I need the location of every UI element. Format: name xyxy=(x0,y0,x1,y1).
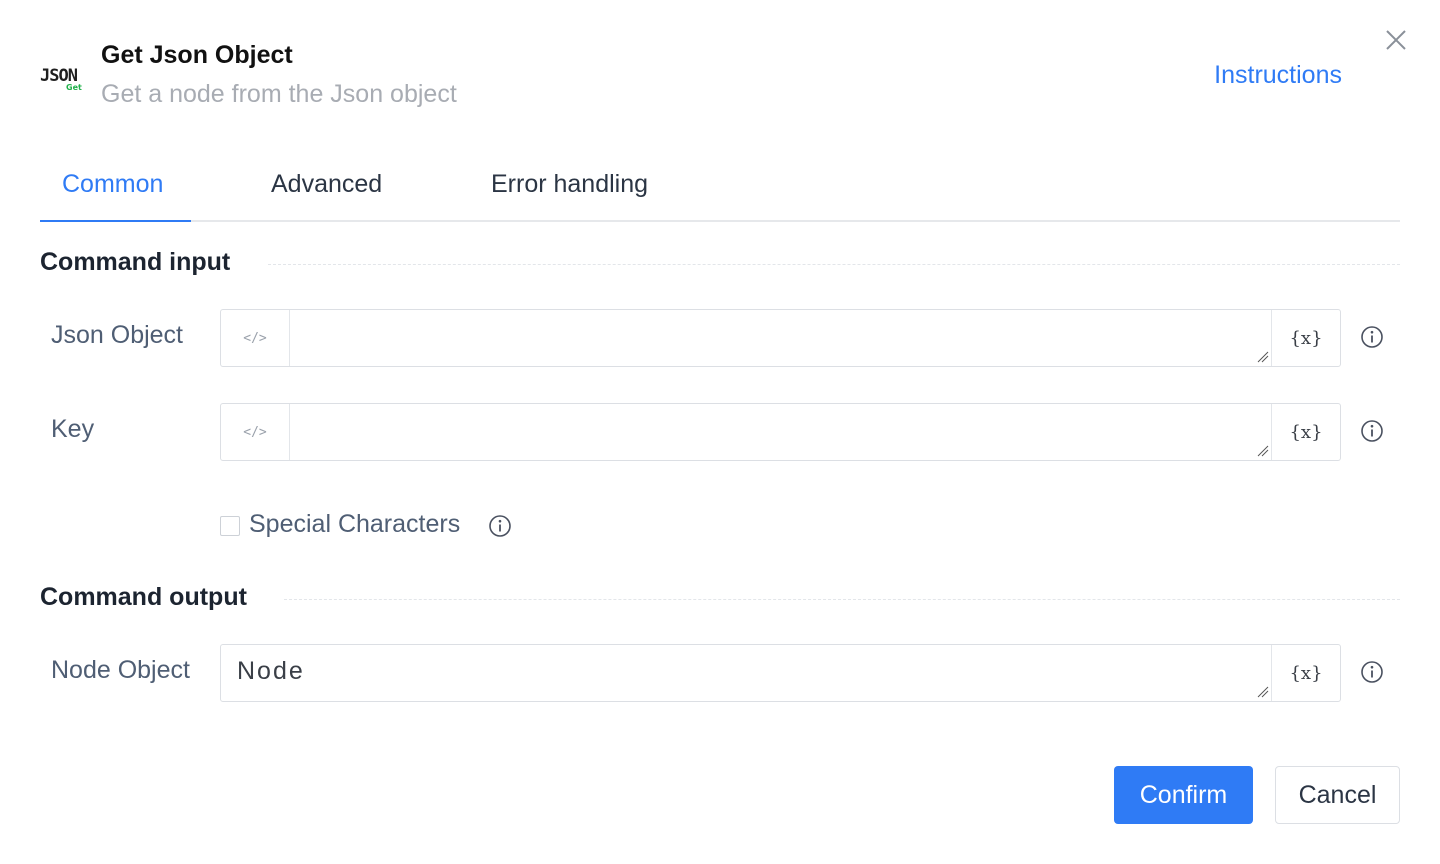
special-characters-label[interactable]: Special Characters xyxy=(249,510,460,539)
resize-handle-icon[interactable] xyxy=(1257,351,1269,363)
json-logo: JSON Get xyxy=(40,64,84,100)
section-divider xyxy=(268,264,1400,265)
code-icon: </> xyxy=(243,424,267,440)
insert-variable-button[interactable]: {x} xyxy=(1271,404,1340,460)
info-icon[interactable] xyxy=(488,514,512,538)
tab-bar: Common Advanced Error handling xyxy=(40,150,1400,222)
tab-common[interactable]: Common xyxy=(62,170,163,199)
resize-handle-icon[interactable] xyxy=(1257,686,1269,698)
resize-handle-icon[interactable] xyxy=(1257,445,1269,457)
section-title-command-output: Command output xyxy=(40,583,247,611)
code-mode-button[interactable]: </> xyxy=(221,310,290,366)
key-field[interactable] xyxy=(290,404,1273,460)
info-icon[interactable] xyxy=(1360,419,1384,443)
dialog-subtitle: Get a node from the Json object xyxy=(101,80,457,108)
active-tab-indicator xyxy=(40,220,191,222)
info-icon[interactable] xyxy=(1360,325,1384,349)
variable-icon: {x} xyxy=(1289,662,1323,684)
key-label: Key xyxy=(51,415,95,443)
insert-variable-button[interactable]: {x} xyxy=(1271,310,1340,366)
code-icon: </> xyxy=(243,330,267,346)
section-divider xyxy=(284,599,1400,600)
json-object-field[interactable] xyxy=(290,310,1273,366)
key-input-group: </> {x} xyxy=(220,403,1341,461)
section-title-command-input: Command input xyxy=(40,248,231,276)
dialog-title: Get Json Object xyxy=(101,41,293,69)
info-icon[interactable] xyxy=(1360,660,1384,684)
node-object-input-group: Node {x} xyxy=(220,644,1341,702)
get-json-object-dialog: JSON Get Get Json Object Get a node from… xyxy=(0,0,1440,864)
logo-badge: Get xyxy=(66,83,82,92)
confirm-button[interactable]: Confirm xyxy=(1114,766,1253,824)
insert-variable-button[interactable]: {x} xyxy=(1271,645,1340,701)
cancel-button[interactable]: Cancel xyxy=(1275,766,1400,824)
node-object-label: Node Object xyxy=(51,656,190,684)
code-mode-button[interactable]: </> xyxy=(221,404,290,460)
variable-icon: {x} xyxy=(1289,327,1323,349)
special-characters-checkbox[interactable] xyxy=(220,516,240,536)
node-object-field[interactable]: Node xyxy=(221,645,1273,701)
json-object-label: Json Object xyxy=(51,321,184,349)
tab-advanced[interactable]: Advanced xyxy=(271,170,382,199)
instructions-link[interactable]: Instructions xyxy=(1214,61,1342,90)
variable-icon: {x} xyxy=(1289,421,1323,443)
tab-error-handling[interactable]: Error handling xyxy=(491,170,648,199)
close-icon xyxy=(1386,30,1406,50)
json-object-input-group: </> {x} xyxy=(220,309,1341,367)
close-button[interactable] xyxy=(1382,26,1410,54)
node-object-value: Node xyxy=(237,657,305,685)
